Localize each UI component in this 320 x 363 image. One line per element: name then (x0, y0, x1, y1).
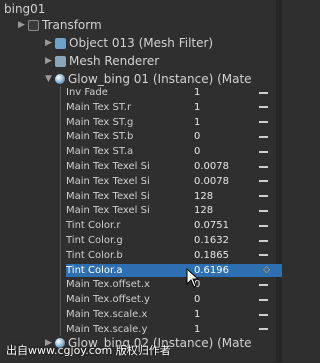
property-menu-icon[interactable] (259, 121, 268, 124)
property-menu-icon[interactable] (259, 328, 268, 331)
property-value[interactable]: 0 (194, 146, 254, 157)
property-name: Main Tex Texel Si (66, 190, 150, 202)
property-name: Tint Color.b (66, 249, 123, 261)
material-icon (55, 74, 65, 84)
property-row[interactable]: Main Tex Texel Si 128 (66, 204, 282, 217)
mouse-cursor-icon (186, 268, 200, 288)
mesh-filter-icon (55, 37, 66, 49)
property-name: Tint Color.a (66, 264, 123, 276)
property-row[interactable]: Main Tex ST.r 1 (66, 101, 282, 114)
component-label: Object 013 (Mesh Filter) (69, 36, 214, 50)
property-menu-icon[interactable] (259, 195, 268, 198)
property-value[interactable]: 1 (194, 87, 254, 98)
property-name: Main Tex Texel Si (66, 161, 150, 172)
property-row[interactable]: Tint Color.r 0.0751 (66, 219, 282, 232)
property-name: Main Tex ST.a (66, 146, 134, 158)
property-menu-icon[interactable] (259, 298, 268, 301)
property-value[interactable]: 128 (194, 191, 254, 202)
component-label: Glow_bing 01 (Instance) (Mate (68, 72, 252, 86)
transform-icon (28, 19, 39, 31)
property-value[interactable]: 0.1865 (194, 250, 254, 261)
property-row[interactable]: Main Tex.scale.y 1 (66, 323, 282, 336)
component-label: Transform (42, 18, 102, 32)
property-name: Main Tex.offset.y (66, 294, 150, 306)
component-transform[interactable]: ▶ Transform (18, 17, 300, 33)
tree-guide-line (60, 86, 61, 336)
property-name: Tint Color.g (66, 235, 123, 246)
property-name: Main Tex.scale.x (66, 309, 148, 320)
property-name: Inv Fade (66, 87, 108, 98)
property-value[interactable]: 0.0751 (194, 220, 254, 231)
property-menu-icon[interactable] (259, 135, 268, 138)
property-value[interactable]: 1 (194, 117, 254, 128)
expand-arrow-icon[interactable]: ▶ (45, 38, 55, 48)
property-name: Main Tex.offset.x (66, 279, 150, 291)
property-name: Main Tex ST.g (66, 116, 134, 128)
property-value[interactable]: 1 (194, 102, 254, 113)
property-row[interactable]: Tint Color.a 0.6196 ◇ (66, 263, 282, 277)
property-row[interactable]: Tint Color.b 0.1865 (66, 249, 282, 262)
property-name: Main Tex ST.b (66, 131, 134, 143)
expand-arrow-icon[interactable]: ▶ (18, 20, 28, 30)
property-menu-icon[interactable] (259, 180, 268, 183)
property-menu-icon[interactable] (259, 239, 268, 242)
property-row[interactable]: Main Tex.offset.y 0 (66, 293, 282, 306)
expand-arrow-icon[interactable]: ▶ (45, 56, 55, 66)
component-mesh-renderer[interactable]: ▶ Mesh Renderer (45, 53, 282, 69)
property-row[interactable]: Main Tex Texel Si 0.0078 (66, 175, 282, 188)
property-menu-icon[interactable] (259, 254, 268, 257)
property-menu-icon[interactable] (259, 150, 268, 153)
mesh-renderer-icon (55, 55, 66, 67)
property-value[interactable]: 0.1632 (194, 235, 254, 246)
property-value[interactable]: 0 (194, 294, 254, 305)
property-value[interactable]: 0.0078 (194, 161, 254, 172)
property-row[interactable]: Inv Fade 1 (66, 86, 282, 99)
property-row[interactable]: Main Tex Texel Si 128 (66, 190, 282, 203)
hierarchy-root[interactable]: bing01 (4, 1, 286, 17)
property-name: Main Tex.scale.y (66, 323, 148, 335)
expand-arrow-icon[interactable]: ▼ (45, 74, 55, 84)
property-value[interactable]: 1 (194, 309, 254, 320)
property-value[interactable]: 0 (194, 279, 254, 290)
property-row[interactable]: Main Tex ST.b 0 (66, 130, 282, 143)
component-mesh-filter[interactable]: ▶ Object 013 (Mesh Filter) (45, 35, 282, 51)
property-value[interactable]: 0.6196 (194, 265, 254, 276)
root-label: bing01 (4, 2, 46, 16)
property-value[interactable]: 0.0078 (194, 176, 254, 187)
property-menu-icon[interactable] (259, 165, 268, 168)
property-value[interactable]: 1 (194, 324, 254, 335)
component-label: Mesh Renderer (69, 54, 160, 68)
property-row[interactable]: Main Tex.scale.x 1 (66, 308, 282, 321)
property-row[interactable]: Main Tex.offset.x 0 (66, 278, 282, 291)
property-row[interactable]: Main Tex ST.a 0 (66, 145, 282, 158)
watermark-text: 出自www.cgjoy.com 版权归作者 (6, 344, 171, 357)
property-name: Tint Color.r (66, 220, 121, 232)
property-row[interactable]: Tint Color.g 0.1632 (66, 234, 282, 247)
property-menu-icon[interactable] (259, 224, 268, 227)
property-name: Main Tex Texel Si (66, 175, 150, 187)
property-menu-icon[interactable] (259, 91, 268, 94)
property-row[interactable]: Main Tex Texel Si 0.0078 (66, 160, 282, 173)
component-material[interactable]: ▼ Glow_bing 01 (Instance) (Mate (45, 71, 282, 87)
property-value[interactable]: 0 (194, 131, 254, 142)
property-name: Main Tex Texel Si (66, 205, 150, 217)
property-value[interactable]: 128 (194, 205, 254, 216)
property-row[interactable]: Main Tex ST.g 1 (66, 116, 282, 129)
keyframe-diamond-icon[interactable]: ◇ (263, 265, 270, 275)
property-menu-icon[interactable] (259, 209, 268, 212)
property-menu-icon[interactable] (259, 313, 268, 316)
property-menu-icon[interactable] (259, 283, 268, 286)
property-menu-icon[interactable] (259, 106, 268, 109)
property-name: Main Tex ST.r (66, 101, 132, 113)
